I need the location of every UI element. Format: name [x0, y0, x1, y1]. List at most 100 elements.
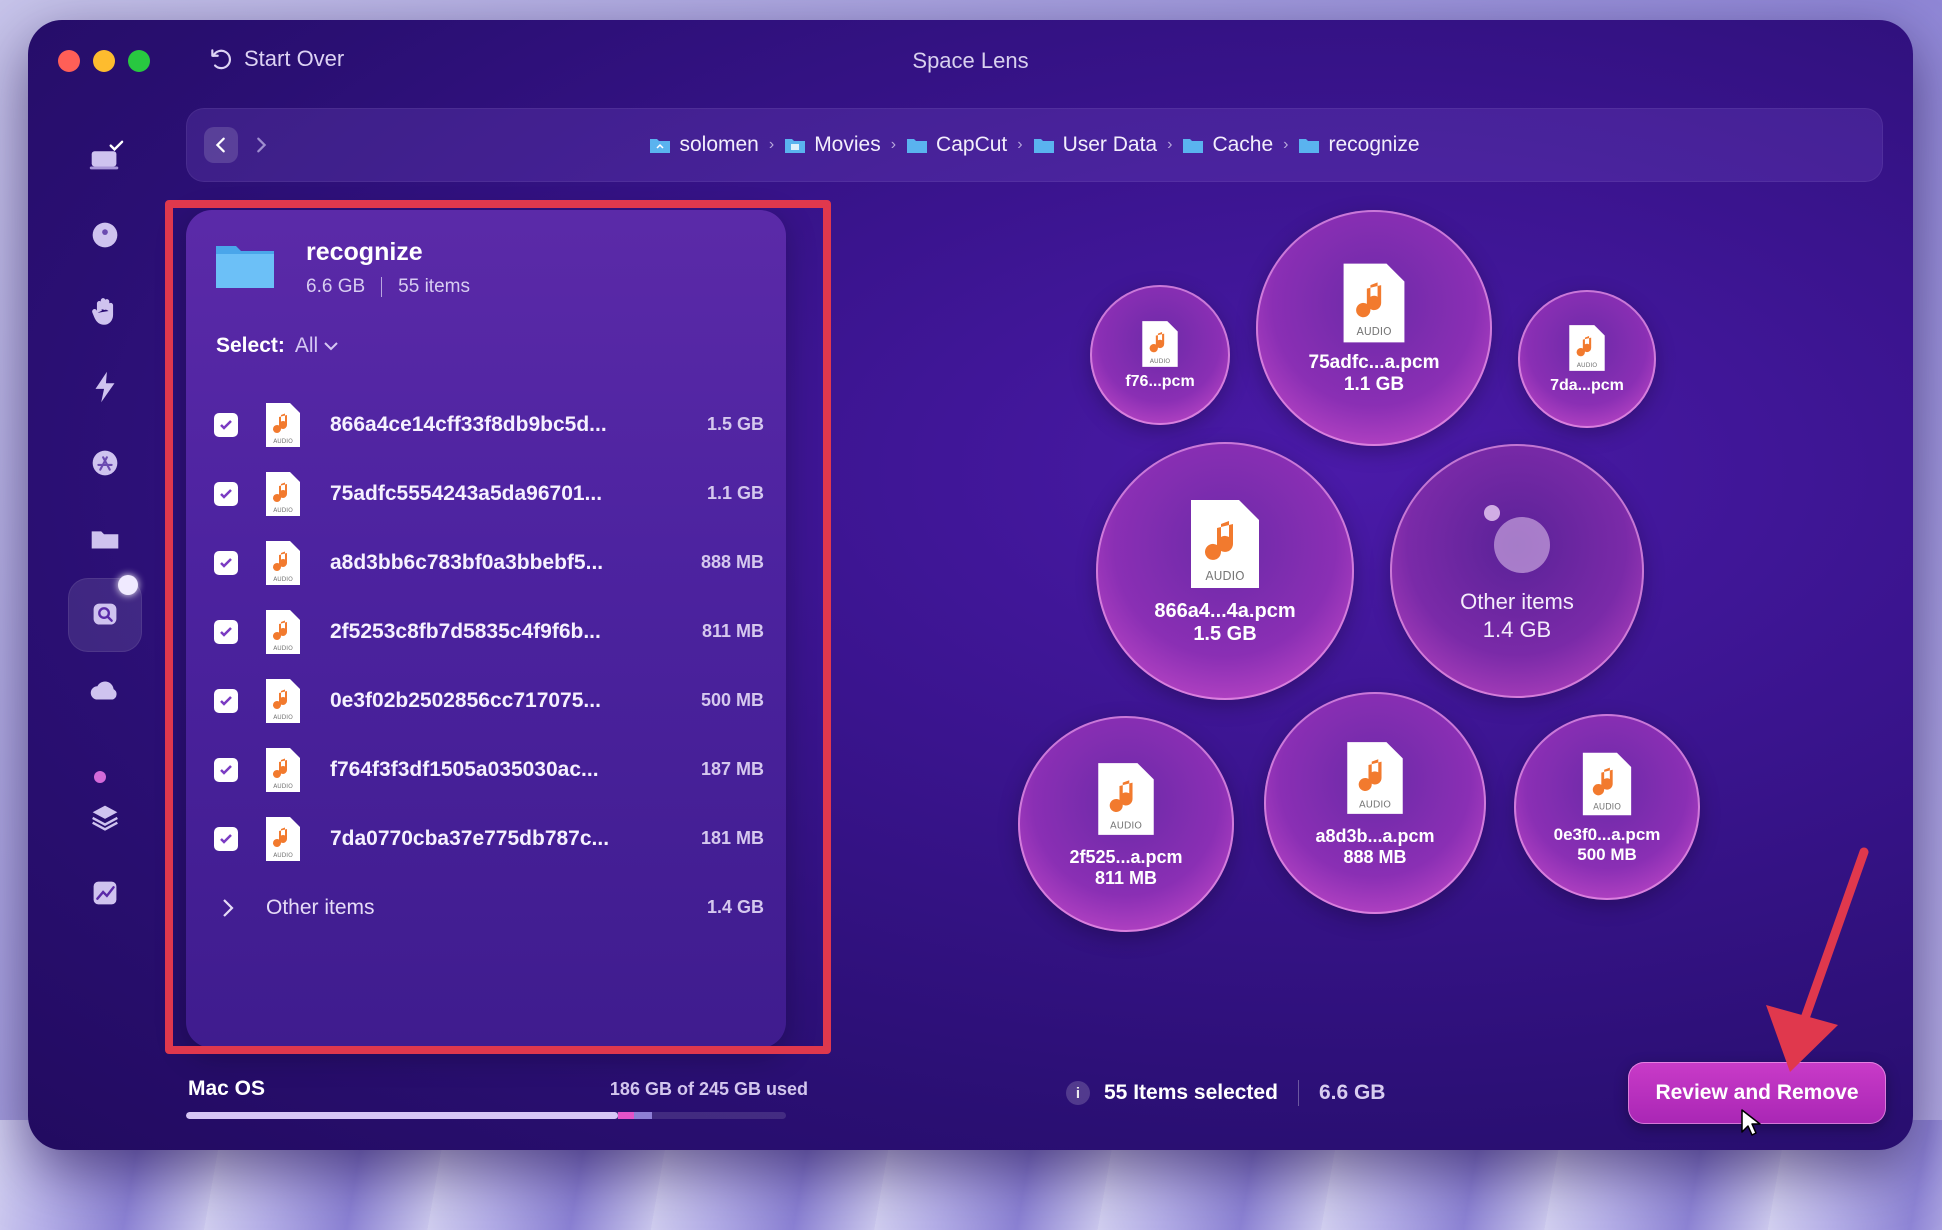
audio-file-icon: AUDIO [1142, 321, 1178, 367]
app-window: Start Over Space Lens solomen › Movies ›… [28, 20, 1913, 1150]
divider [381, 277, 383, 297]
other-items-dots-icon [1484, 505, 1550, 573]
breadcrumb-user-data[interactable]: User Data [1033, 133, 1157, 157]
item-checkbox[interactable] [214, 481, 238, 506]
checkmark-icon [220, 488, 232, 499]
item-checkbox[interactable] [214, 619, 238, 644]
item-checkbox[interactable] [214, 550, 238, 575]
chart-icon [93, 881, 117, 905]
disk-selected-fill [618, 1112, 634, 1119]
sidebar-item-monitor[interactable] [68, 856, 142, 930]
bubble-name: 7da...pcm [1550, 377, 1624, 394]
breadcrumb-cache[interactable]: Cache [1182, 133, 1273, 157]
sidebar-item-my-clutter[interactable] [68, 502, 142, 576]
folder-icon [1183, 139, 1204, 153]
checkmark-icon [220, 695, 232, 706]
other-items-row[interactable]: Other items 1.4 GB [214, 873, 764, 942]
checkmark-icon [220, 419, 232, 430]
item-checkbox[interactable] [214, 688, 238, 713]
other-items-label: Other items [266, 895, 375, 919]
select-dropdown[interactable]: All [295, 334, 338, 358]
item-size: 181 MB [700, 828, 764, 848]
item-name: 75adfc5554243a5da96701... [330, 481, 603, 505]
bubble-size: 1.4 GB [1482, 617, 1552, 642]
breadcrumb-recognize[interactable]: recognize [1298, 133, 1420, 157]
audio-file-icon: AUDIO [1347, 742, 1403, 814]
breadcrumb-movies[interactable]: Movies [784, 133, 881, 157]
folder-size: 6.6 GB [306, 276, 366, 297]
breadcrumb-solomen[interactable]: solomen [649, 133, 759, 157]
sidebar-item-protection[interactable] [68, 274, 142, 348]
list-item[interactable]: AUDIO 866a4ce14cff33f8db9bc5d... 1.5 GB [214, 390, 764, 459]
bubble-item[interactable]: AUDIO 866a4...4a.pcm 1.5 GB [1096, 442, 1354, 700]
info-icon[interactable]: i [1066, 1081, 1090, 1105]
hand-icon [92, 298, 114, 325]
layers-icon [92, 805, 118, 831]
folder-icon [91, 531, 119, 549]
app-store-icon [92, 450, 118, 476]
sidebar-item-cloud-cleanup[interactable] [68, 654, 142, 728]
selection-status: i 55 Items selected 6.6 GB [1066, 1080, 1385, 1106]
list-item[interactable]: AUDIO a8d3bb6c783bf0a3bbebf5... 888 MB [214, 528, 764, 597]
svg-text:AUDIO: AUDIO [1356, 325, 1391, 338]
list-item[interactable]: AUDIO 75adfc5554243a5da96701... 1.1 GB [214, 459, 764, 528]
item-name: f764f3f3df1505a035030ac... [330, 757, 599, 781]
bubble-item[interactable]: AUDIO 0e3f0...a.pcm 500 MB [1514, 714, 1700, 900]
folder-item-count: 55 items [398, 276, 470, 297]
disk-usage-bar [186, 1112, 786, 1119]
chevron-down-icon [324, 342, 338, 351]
bubble-item[interactable]: AUDIO 7da...pcm [1518, 290, 1656, 428]
red-arrow-annotation [1766, 847, 1869, 1072]
item-name: 866a4ce14cff33f8db9bc5d... [330, 412, 607, 436]
sidebar-item-applications[interactable] [68, 426, 142, 500]
checkmark-icon [220, 833, 232, 844]
item-checkbox[interactable] [214, 826, 238, 851]
list-item[interactable]: AUDIO f764f3f3df1505a035030ac... 187 MB [214, 735, 764, 804]
bubble-item[interactable]: AUDIO 2f525...a.pcm 811 MB [1018, 716, 1234, 932]
svg-text:AUDIO: AUDIO [1359, 799, 1391, 810]
sidebar-item-performance[interactable] [68, 350, 142, 424]
bubble-size: 500 MB [1577, 845, 1637, 864]
item-name: 7da0770cba37e775db787c... [330, 826, 610, 850]
svg-text:AUDIO: AUDIO [273, 852, 293, 859]
bubble-name: a8d3b...a.pcm [1315, 826, 1435, 846]
svg-text:AUDIO: AUDIO [273, 507, 293, 514]
select-filter: Select: All [216, 334, 338, 358]
audio-file-icon: AUDIO [266, 471, 300, 516]
item-checkbox[interactable] [214, 412, 238, 437]
checkmark-icon [220, 626, 232, 637]
disk-name: Mac OS [188, 1077, 266, 1100]
item-size: 500 MB [700, 690, 764, 710]
audio-file-icon: AUDIO [1191, 500, 1259, 588]
list-item[interactable]: AUDIO 7da0770cba37e775db787c... 181 MB [214, 804, 764, 873]
selected-count: 55 Items selected [1104, 1081, 1278, 1104]
svg-text:AUDIO: AUDIO [273, 783, 293, 790]
sidebar-item-cleanup[interactable] [68, 198, 142, 272]
sidebar-item-smart-care[interactable] [68, 120, 142, 194]
item-checkbox[interactable] [214, 757, 238, 782]
list-item[interactable]: AUDIO 0e3f02b2502856cc717075... 500 MB [214, 666, 764, 735]
sidebar [58, 120, 148, 1120]
bubble-size: 811 MB [1094, 868, 1158, 888]
bubble-item[interactable]: AUDIO 75adfc...a.pcm 1.1 GB [1256, 210, 1492, 446]
magnifier-icon [93, 603, 117, 625]
bubble-item[interactable]: AUDIO f76...pcm [1090, 285, 1230, 425]
chevron-right-icon[interactable] [216, 896, 240, 920]
svg-text:AUDIO: AUDIO [1110, 820, 1142, 831]
folder-meta: 6.6 GB 55 items [306, 276, 470, 298]
bubble-other-items[interactable]: Other items 1.4 GB [1390, 444, 1644, 698]
list-item[interactable]: AUDIO 2f5253c8fb7d5835c4f9f6b... 811 MB [214, 597, 764, 666]
selected-total-size: 6.6 GB [1318, 1081, 1386, 1104]
bubble-size: 1.1 GB [1343, 374, 1405, 395]
item-name: a8d3bb6c783bf0a3bbebf5... [330, 550, 604, 574]
bubble-name: f76...pcm [1125, 373, 1195, 390]
breadcrumb-capcut[interactable]: CapCut [906, 133, 1007, 157]
bubble-item[interactable]: AUDIO a8d3b...a.pcm 888 MB [1264, 692, 1486, 914]
svg-text:AUDIO: AUDIO [1205, 569, 1244, 583]
select-label: Select: [216, 334, 285, 357]
svg-text:AUDIO: AUDIO [273, 714, 293, 721]
sidebar-item-assistant[interactable] [68, 780, 142, 854]
disk-usage-fill [186, 1112, 618, 1119]
movies-folder-icon [785, 139, 806, 153]
bubble-name: 866a4...4a.pcm [1154, 600, 1296, 622]
